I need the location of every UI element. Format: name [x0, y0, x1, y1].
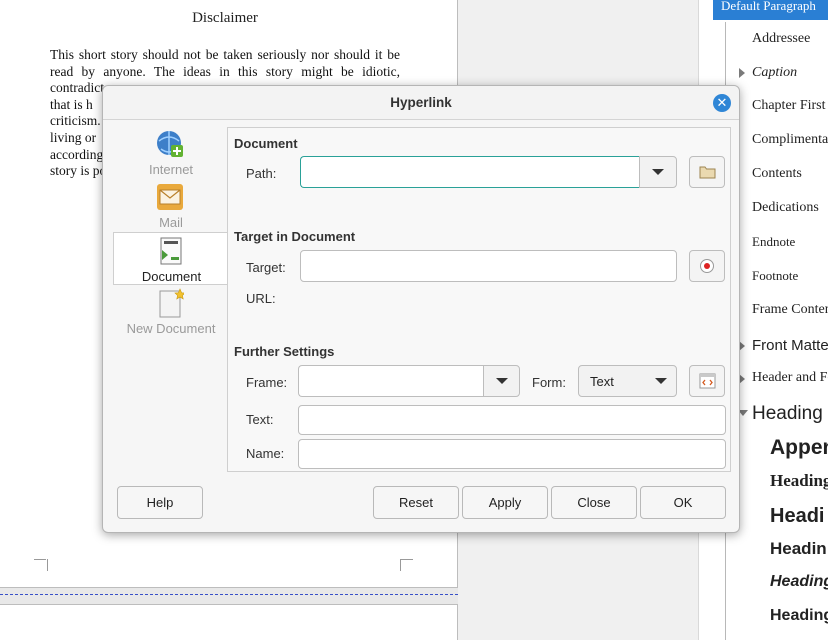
tab-label: Mail [159, 215, 183, 230]
tab-label: New Document [126, 321, 216, 336]
tab-mail[interactable]: Mail [113, 179, 229, 232]
form-label: Form: [532, 375, 566, 390]
section-heading-target: Target in Document [234, 229, 356, 244]
target-input[interactable] [300, 250, 677, 282]
target-label: Target: [246, 260, 286, 275]
chevron-down-icon [496, 378, 508, 384]
dialog-title: Hyperlink [390, 95, 452, 110]
document-line: This short story should not be taken ser… [50, 47, 400, 62]
apply-button[interactable]: Apply [462, 486, 548, 519]
document-link-icon [160, 237, 182, 265]
hyperlink-dialog: Hyperlink ✕ Internet Mail Document New D… [102, 85, 740, 533]
target-icon [700, 259, 714, 273]
style-item-heading-chapter[interactable]: Heading [770, 471, 828, 491]
style-item-dedications[interactable]: Dedications [752, 200, 819, 216]
new-document-icon [159, 288, 184, 318]
style-item-endnote[interactable]: Endnote [752, 234, 795, 250]
section-heading-further-settings: Further Settings [234, 344, 335, 359]
style-item-heading-4[interactable]: Heading [770, 607, 828, 625]
document-heading: Disclaimer [192, 10, 258, 26]
path-label: Path: [246, 166, 277, 181]
next-document-page[interactable] [0, 604, 458, 640]
folder-icon [699, 166, 716, 179]
tab-label: Document [141, 269, 202, 284]
name-input[interactable] [298, 439, 726, 469]
chevron-down-icon [655, 378, 667, 384]
events-icon [699, 373, 716, 389]
style-item-header-footer[interactable]: Header and Fo [752, 370, 828, 386]
style-item-caption[interactable]: Caption [752, 65, 797, 81]
path-input[interactable] [300, 156, 640, 188]
style-item-chapter-first[interactable]: Chapter First P [752, 98, 828, 114]
target-in-document-button[interactable] [689, 250, 725, 282]
tab-new-document[interactable]: New Document [113, 285, 229, 338]
text-input[interactable] [298, 405, 726, 435]
style-item-heading-3[interactable]: Heading [770, 573, 828, 591]
style-item-heading-1[interactable]: Headi [770, 505, 824, 528]
tab-document[interactable]: Document [113, 232, 229, 285]
open-file-button[interactable] [689, 156, 725, 188]
style-item-contents[interactable]: Contents [752, 166, 802, 182]
hyperlink-type-tabs: Internet Mail Document New Document [113, 126, 229, 376]
style-item-complimentary[interactable]: Complimenta [752, 132, 828, 148]
tab-label: Internet [148, 162, 194, 177]
events-button[interactable] [689, 365, 725, 397]
style-item-appendix[interactable]: Appen [770, 436, 828, 460]
style-item-front-matter[interactable]: Front Matte [752, 337, 828, 354]
dialog-titlebar[interactable]: Hyperlink ✕ [103, 86, 739, 120]
envelope-icon [157, 184, 183, 210]
section-heading-document: Document [234, 136, 298, 151]
globe-link-icon [157, 131, 183, 157]
style-item-default-paragraph[interactable]: Default Paragraph [713, 0, 828, 20]
style-item-heading[interactable]: Heading [752, 403, 823, 425]
crop-mark [34, 559, 48, 571]
close-button[interactable]: Close [551, 486, 637, 519]
name-label: Name: [246, 446, 285, 461]
frame-dropdown-button[interactable] [483, 365, 520, 397]
text-label: Text: [246, 412, 274, 427]
document-tab-panel: Document Path: Target in Document Target… [227, 127, 731, 472]
form-select-value: Text [590, 374, 614, 389]
style-item-addressee[interactable]: Addressee [752, 31, 810, 47]
style-item-heading-2[interactable]: Headin [770, 539, 827, 559]
document-line: read by anyone. The ideas in this story … [50, 63, 400, 79]
url-label: URL: [246, 291, 276, 306]
help-button[interactable]: Help [117, 486, 203, 519]
expand-arrow-icon[interactable] [739, 68, 745, 78]
form-select[interactable]: Text [578, 365, 677, 397]
crop-mark [400, 559, 413, 571]
path-dropdown-button[interactable] [639, 156, 677, 188]
frame-combobox[interactable] [298, 365, 484, 397]
style-item-footnote[interactable]: Footnote [752, 268, 798, 284]
page-break-line [0, 594, 458, 595]
style-item-frame-contents[interactable]: Frame Conten [752, 302, 828, 318]
chevron-down-icon [652, 169, 664, 175]
ok-button[interactable]: OK [640, 486, 726, 519]
tab-internet[interactable]: Internet [113, 126, 229, 179]
close-icon[interactable]: ✕ [713, 94, 731, 112]
reset-button[interactable]: Reset [373, 486, 459, 519]
frame-label: Frame: [246, 375, 288, 390]
